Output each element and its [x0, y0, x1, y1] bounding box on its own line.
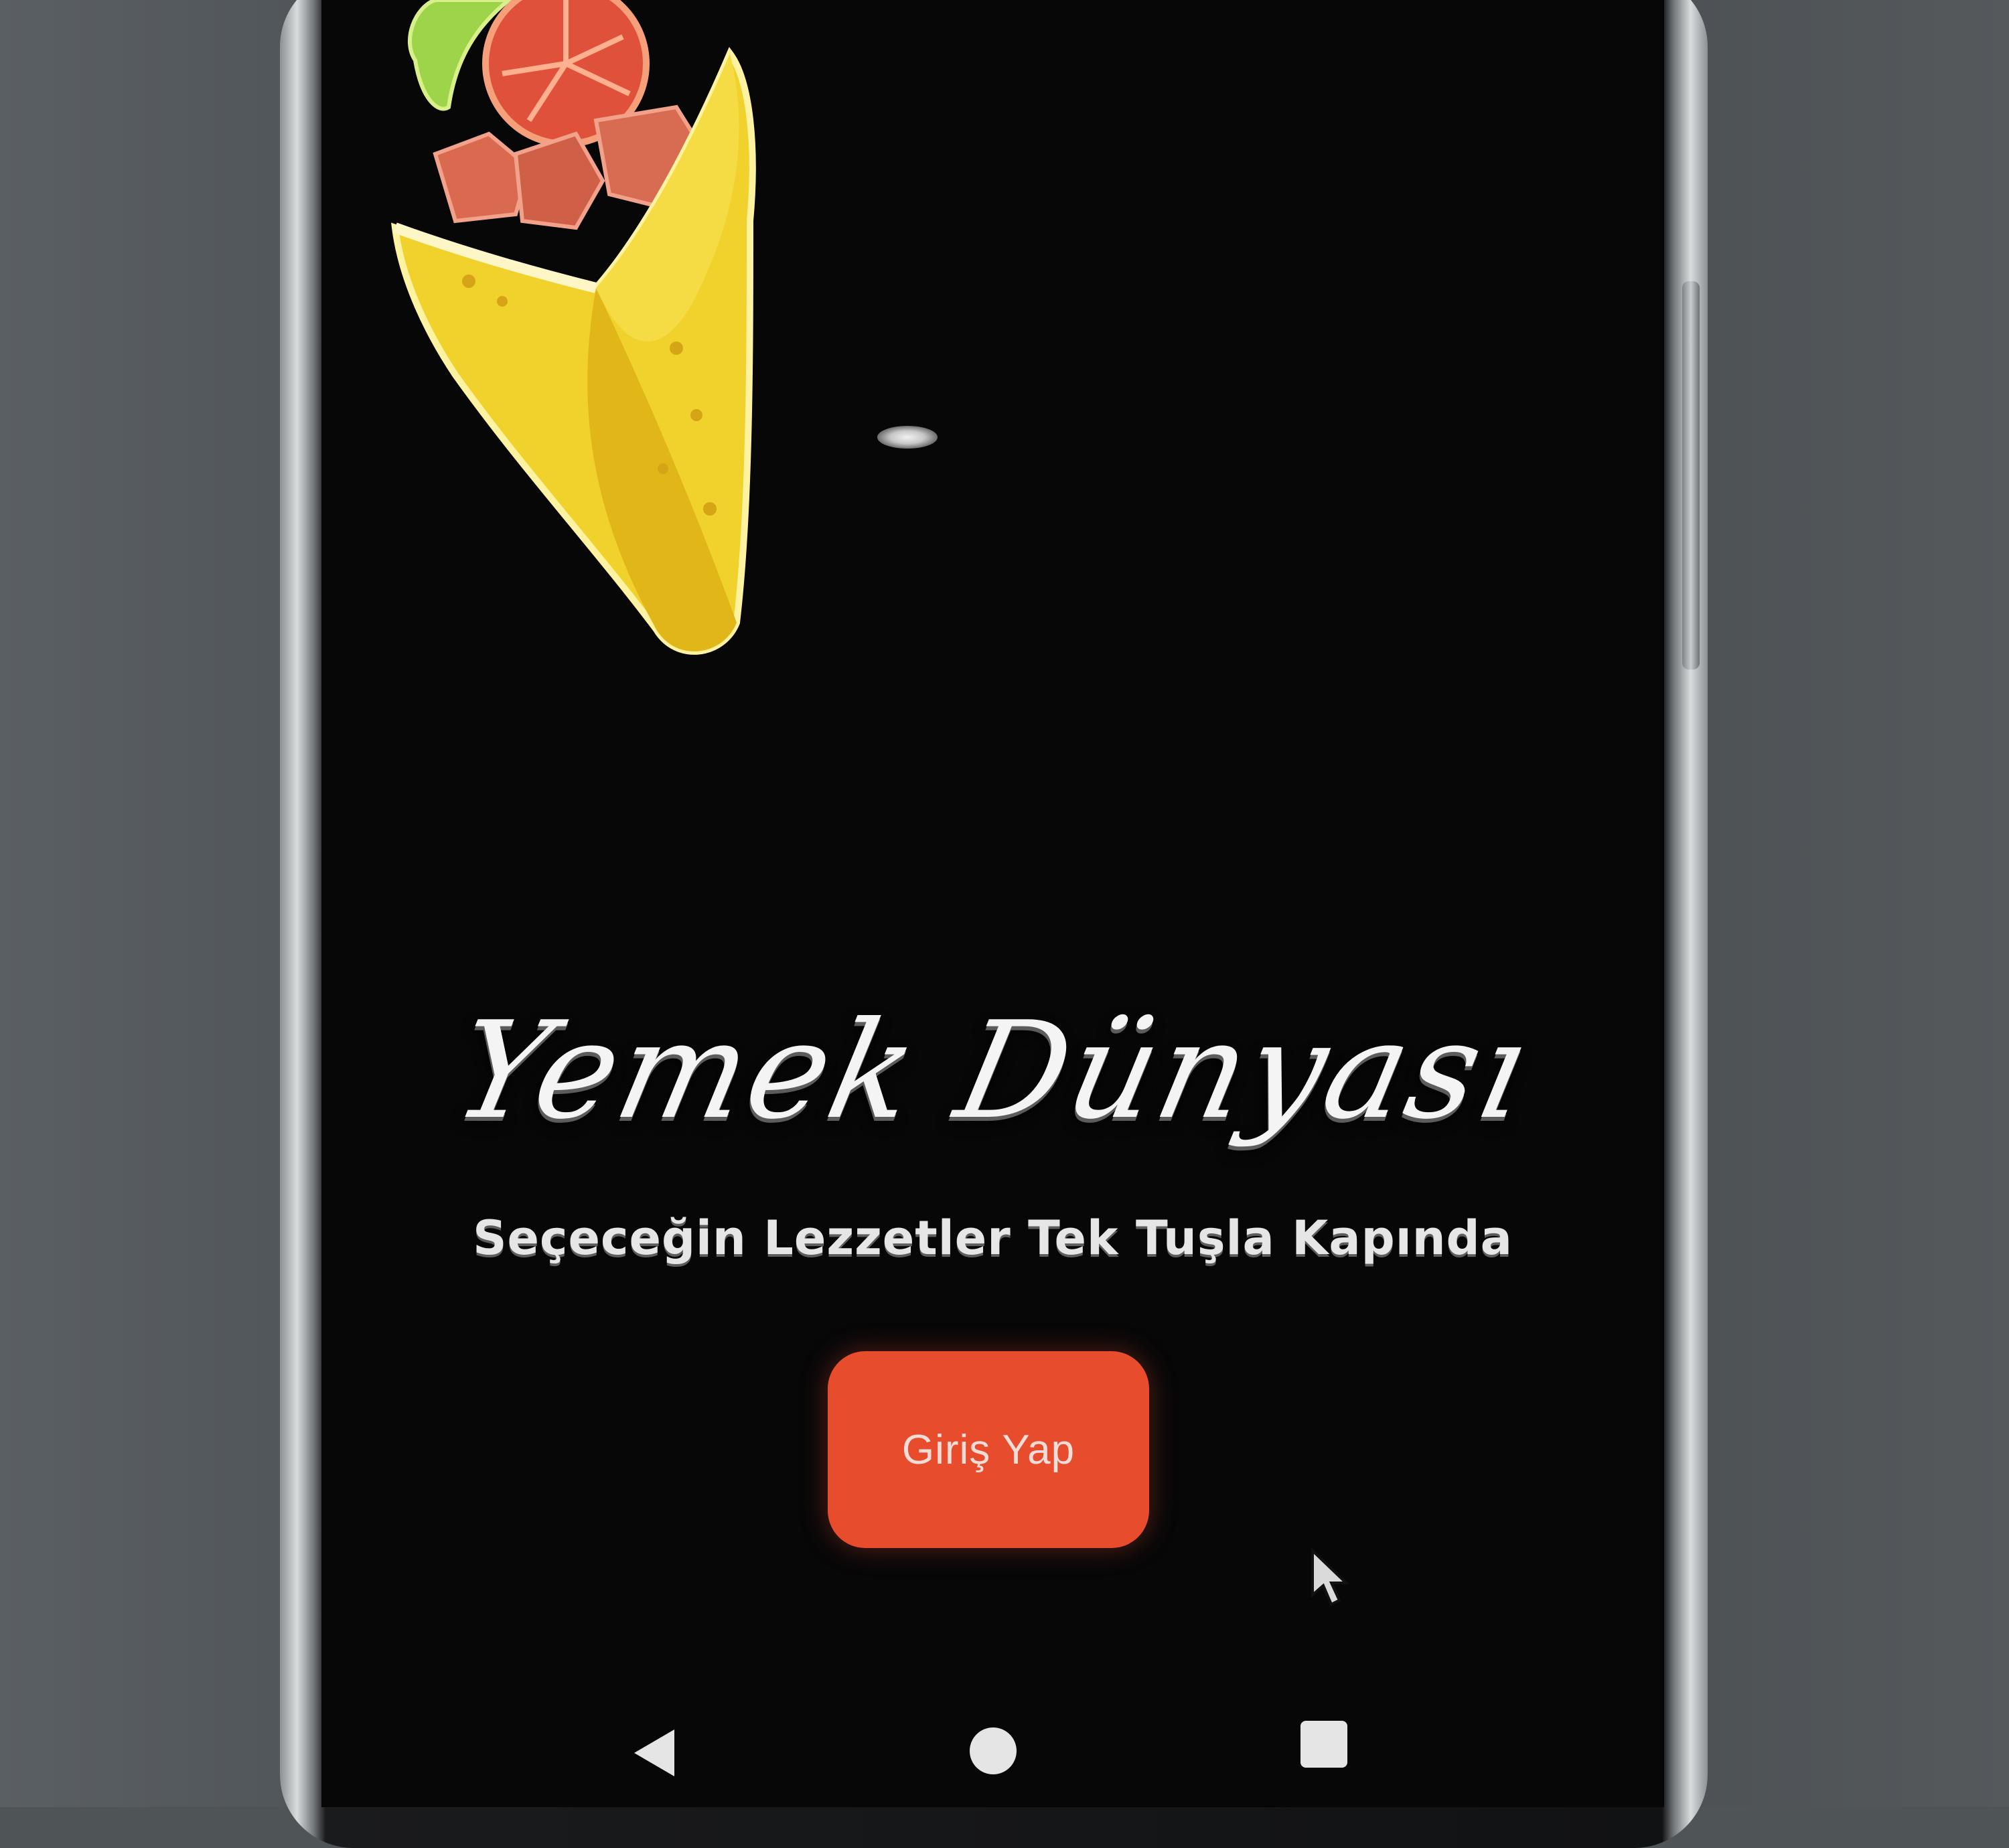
app-title: Yemek Dünyası	[442, 993, 1544, 1149]
home-circle-icon[interactable]	[970, 1727, 1017, 1774]
screen-glare	[877, 426, 938, 449]
login-button[interactable]: Giriş Yap	[828, 1351, 1149, 1548]
back-triangle-icon[interactable]	[631, 1726, 678, 1780]
phone-side-button	[1682, 281, 1700, 670]
recents-square-icon[interactable]	[1300, 1721, 1347, 1768]
wrap-food-icon	[391, 0, 756, 655]
mouse-cursor-icon	[1311, 1548, 1349, 1606]
app-tagline: Seçeceğin Lezzetler Tek Tuşla Kapında	[473, 1211, 1513, 1265]
